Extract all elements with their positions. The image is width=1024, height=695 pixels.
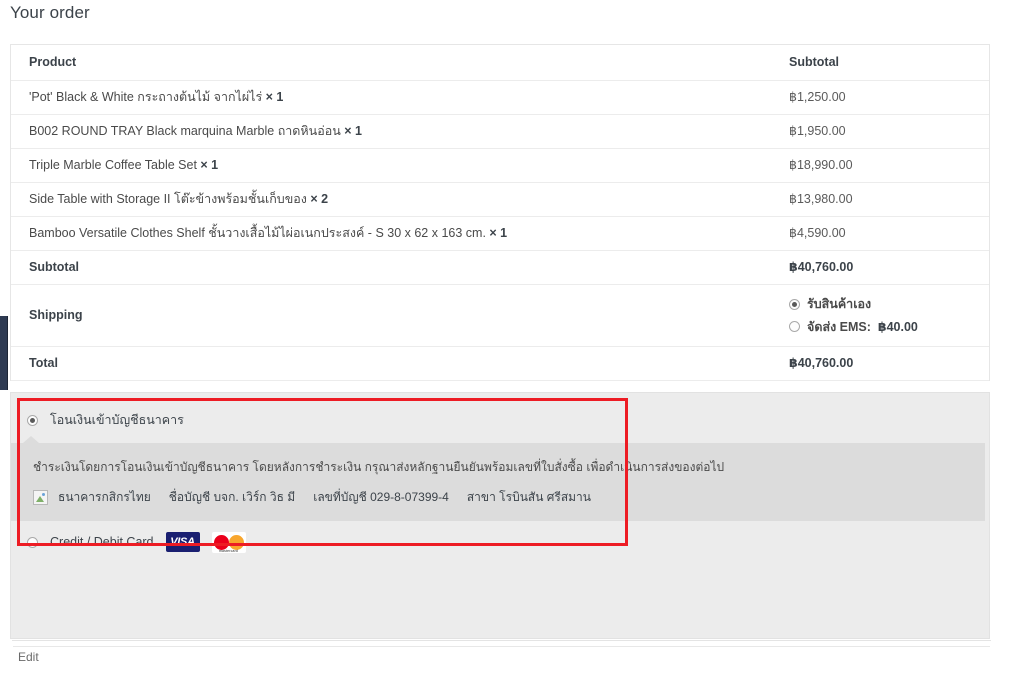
shipping-option-label: รับสินค้าเอง bbox=[807, 297, 872, 312]
shipping-option-amount: ฿40.00 bbox=[877, 319, 918, 334]
column-header-product: Product bbox=[29, 55, 77, 70]
table-row: B002 ROUND TRAY Black marquina Marble ถา… bbox=[11, 115, 989, 149]
subtotal-value: ฿40,760.00 bbox=[789, 260, 854, 275]
product-name: Triple Marble Coffee Table Set bbox=[29, 158, 197, 173]
page-title: Your order bbox=[10, 3, 90, 22]
payment-method-label: Credit / Debit Card bbox=[50, 535, 154, 550]
shipping-label: Shipping bbox=[29, 308, 83, 323]
mastercard-logo-icon: mastercard bbox=[211, 531, 246, 553]
product-name-cell: Side Table with Storage II โต๊ะข้างพร้อม… bbox=[11, 183, 771, 215]
total-value: ฿40,760.00 bbox=[789, 356, 854, 371]
column-header-subtotal: Subtotal bbox=[789, 55, 839, 70]
payment-method-list: โอนเงินเข้าบัญชีธนาคาร ชำระเงินโดยการโอน… bbox=[11, 393, 989, 553]
subtotal-row: Subtotal ฿40,760.00 bbox=[11, 251, 989, 285]
checkout-order-review: Your order Product Subtotal 'Pot' Black … bbox=[0, 0, 1024, 695]
total-label: Total bbox=[29, 356, 58, 371]
panel-bottom-divider bbox=[12, 640, 991, 641]
product-name: B002 ROUND TRAY Black marquina Marble ถา… bbox=[29, 124, 341, 139]
radio-icon[interactable] bbox=[27, 536, 38, 548]
visa-logo-icon: VISA bbox=[165, 532, 200, 553]
shipping-option-ems[interactable]: จัดส่ง EMS: ฿40.00 bbox=[789, 319, 975, 335]
bank-branch: สาขา โรบินสัน ศรีสมาน bbox=[466, 490, 591, 505]
bank-transfer-description: ชำระเงินโดยการโอนเงินเข้าบัญชีธนาคาร โดย… bbox=[33, 460, 725, 474]
bottom-bar bbox=[13, 646, 990, 674]
broken-image-icon bbox=[33, 490, 48, 506]
mastercard-wordmark: mastercard bbox=[219, 548, 238, 553]
product-name-cell: 'Pot' Black & White กระถางต้นไม้ จากไผ่ไ… bbox=[11, 81, 771, 113]
product-subtotal: ฿13,980.00 bbox=[789, 192, 853, 207]
mastercard-yellow-circle bbox=[228, 534, 244, 550]
shipping-options: รับสินค้าเอง จัดส่ง EMS: ฿40.00 bbox=[771, 285, 989, 346]
product-qty: × 1 bbox=[489, 226, 508, 241]
bank-account-name: ชื่อบัญชี บจก. เวิร์ก วิธ มี bbox=[168, 490, 296, 505]
payment-panel: โอนเงินเข้าบัญชีธนาคาร ชำระเงินโดยการโอน… bbox=[10, 392, 990, 639]
mastercard-red-circle bbox=[213, 534, 229, 550]
product-subtotal: ฿18,990.00 bbox=[789, 158, 853, 173]
product-subtotal: ฿1,250.00 bbox=[789, 90, 846, 105]
product-qty: × 1 bbox=[344, 124, 362, 139]
payment-method-bank-transfer[interactable]: โอนเงินเข้าบัญชีธนาคาร bbox=[11, 407, 989, 433]
table-header-row: Product Subtotal bbox=[11, 45, 989, 81]
payment-method-credit-debit-card[interactable]: Credit / Debit Card VISA mastercard bbox=[11, 521, 989, 553]
total-row: Total ฿40,760.00 bbox=[11, 347, 989, 381]
product-qty: × 1 bbox=[200, 158, 219, 173]
bank-account-number: เลขที่บัญชี 029-8-07399-4 bbox=[313, 490, 449, 505]
table-row: Bamboo Versatile Clothes Shelf ชั้นวางเส… bbox=[11, 217, 989, 251]
product-name-cell: B002 ROUND TRAY Black marquina Marble ถา… bbox=[11, 115, 771, 147]
product-name: Bamboo Versatile Clothes Shelf ชั้นวางเส… bbox=[29, 226, 486, 241]
product-qty: × 2 bbox=[310, 192, 329, 207]
shipping-option-label: จัดส่ง EMS: bbox=[807, 319, 871, 334]
table-row: Triple Marble Coffee Table Set × 1 ฿18,9… bbox=[11, 149, 989, 183]
shipping-option-pickup[interactable]: รับสินค้าเอง bbox=[789, 296, 975, 312]
table-row: Side Table with Storage II โต๊ะข้างพร้อม… bbox=[11, 183, 989, 217]
radio-icon[interactable] bbox=[789, 321, 800, 333]
table-row: 'Pot' Black & White กระถางต้นไม้ จากไผ่ไ… bbox=[11, 81, 989, 115]
bank-transfer-details: ชำระเงินโดยการโอนเงินเข้าบัญชีธนาคาร โดย… bbox=[11, 435, 985, 522]
payment-method-label: โอนเงินเข้าบัญชีธนาคาร bbox=[50, 413, 184, 427]
left-panel-edge-artifact bbox=[0, 316, 8, 390]
product-subtotal: ฿1,950.00 bbox=[789, 124, 846, 139]
shipping-row: Shipping รับสินค้าเอง จัดส่ง EMS: ฿40.00 bbox=[11, 285, 989, 347]
bank-name: ธนาคารกสิกรไทย bbox=[58, 490, 151, 505]
product-name-cell: Triple Marble Coffee Table Set × 1 bbox=[11, 149, 771, 181]
product-name: Side Table with Storage II โต๊ะข้างพร้อม… bbox=[29, 192, 307, 207]
order-summary-table: Product Subtotal 'Pot' Black & White กระ… bbox=[10, 44, 990, 381]
bank-account-line: ธนาคารกสิกรไทย ชื่อบัญชี บจก. เวิร์ก วิธ… bbox=[33, 488, 967, 507]
product-name: 'Pot' Black & White กระถางต้นไม้ จากไผ่ไ… bbox=[29, 90, 263, 105]
product-name-cell: Bamboo Versatile Clothes Shelf ชั้นวางเส… bbox=[11, 217, 771, 249]
subtotal-label: Subtotal bbox=[29, 260, 79, 275]
product-qty: × 1 bbox=[265, 90, 284, 105]
product-subtotal: ฿4,590.00 bbox=[789, 226, 846, 241]
radio-icon[interactable] bbox=[27, 414, 38, 426]
radio-icon[interactable] bbox=[789, 298, 800, 310]
edit-link[interactable]: Edit bbox=[18, 650, 39, 664]
